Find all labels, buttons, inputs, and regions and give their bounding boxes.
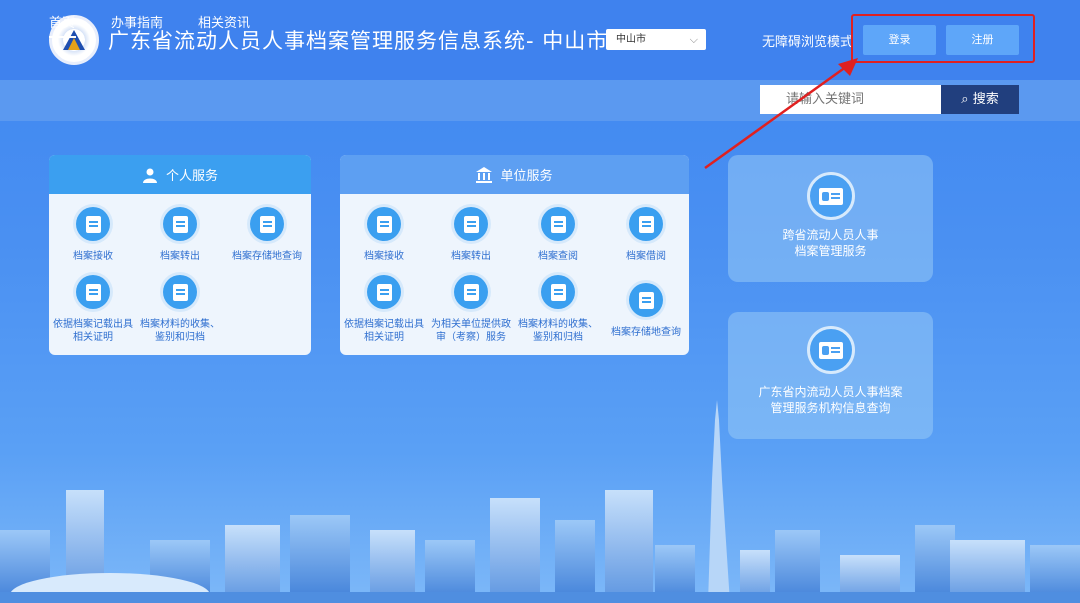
service-label: 档案存储地查询	[611, 327, 681, 338]
highlight-box	[851, 14, 1035, 63]
personal-service-collection[interactable]: 档案材料的收集、鉴别和归档	[138, 275, 222, 344]
document-icon	[76, 275, 110, 309]
service-label: 档案转出	[451, 251, 491, 262]
document-icon	[367, 207, 401, 241]
site-title: 广东省流动人员人事档案管理服务信息系统- 中山市	[108, 29, 609, 53]
unit-service-location-query[interactable]: 档案存储地查询	[602, 283, 689, 339]
personal-services-title: 个人服务	[165, 169, 218, 184]
city-select-value: 中山市	[616, 34, 646, 45]
document-search-icon	[807, 326, 855, 374]
unit-service-political-review[interactable]: 为相关单位提供政审（考察）服务	[427, 275, 515, 344]
unit-service-certificate[interactable]: 依据档案记载出具相关证明	[342, 275, 426, 344]
personal-service-transfer[interactable]: 档案转出	[138, 207, 222, 263]
service-label: 档案转出	[160, 251, 200, 262]
document-icon	[541, 275, 575, 309]
document-icon	[163, 207, 197, 241]
service-label: 档案借阅	[626, 251, 666, 262]
id-card-icon	[807, 172, 855, 220]
nav-guide[interactable]: 办事指南	[111, 12, 163, 31]
unit-services-panel: 单位服务 档案接收 档案转出 档案查阅 档案借阅 依据档案记载出具相关证明 为相…	[340, 155, 689, 355]
document-icon	[454, 275, 488, 309]
book-icon	[541, 207, 575, 241]
personal-service-location-query[interactable]: 档案存储地查询	[225, 207, 309, 263]
service-label: 档案接收	[364, 251, 404, 262]
unit-service-collection[interactable]: 档案材料的收集、鉴别和归档	[516, 275, 600, 344]
unit-services-title: 单位服务	[500, 169, 553, 184]
unit-service-receive[interactable]: 档案接收	[342, 207, 426, 263]
service-label: 档案存储地查询	[232, 251, 302, 262]
document-search-icon	[250, 207, 284, 241]
personal-services-header: 个人服务	[49, 155, 311, 194]
service-label: 档案材料的收集、鉴别和归档	[140, 319, 220, 343]
nav-home[interactable]: 首页	[49, 12, 75, 31]
document-search-icon	[629, 283, 663, 317]
unit-service-transfer[interactable]: 档案转出	[429, 207, 513, 263]
cross-province-service-label: 跨省流动人员人事档案管理服务	[782, 228, 879, 258]
document-icon	[454, 207, 488, 241]
service-label: 档案材料的收集、鉴别和归档	[518, 319, 598, 343]
service-label: 为相关单位提供政审（考察）服务	[431, 319, 511, 343]
accessibility-mode-link[interactable]: 无障碍浏览模式	[762, 31, 853, 50]
search-icon: ⌕	[961, 92, 969, 107]
unit-services-header: 单位服务	[340, 155, 689, 194]
nav-active-underline	[49, 36, 76, 38]
chevron-down-icon: ⌵	[689, 33, 698, 46]
personal-services-panel: 个人服务 档案接收 档案转出 档案存储地查询 依据档案记载出具相关证明 档案材料…	[49, 155, 311, 355]
document-icon	[163, 275, 197, 309]
document-icon	[76, 207, 110, 241]
city-skyline-illustration	[0, 400, 1080, 603]
personal-service-receive[interactable]: 档案接收	[51, 207, 135, 263]
service-label: 依据档案记载出具相关证明	[344, 319, 424, 343]
service-label: 依据档案记载出具相关证明	[53, 319, 133, 343]
document-icon	[367, 275, 401, 309]
search-button-label: 搜索	[972, 92, 999, 107]
document-edit-icon	[629, 207, 663, 241]
service-label: 档案查阅	[538, 251, 578, 262]
cross-province-service-card[interactable]: 跨省流动人员人事档案管理服务	[728, 155, 933, 282]
unit-service-borrow[interactable]: 档案借阅	[604, 207, 688, 263]
personal-service-certificate[interactable]: 依据档案记载出具相关证明	[51, 275, 135, 344]
unit-service-consult[interactable]: 档案查阅	[516, 207, 600, 263]
user-icon	[142, 168, 157, 183]
service-label: 档案接收	[73, 251, 113, 262]
city-select[interactable]: 中山市 ⌵	[606, 29, 706, 50]
building-icon	[476, 166, 493, 183]
search-button[interactable]: ⌕ 搜索	[941, 85, 1019, 114]
nav-news[interactable]: 相关资讯	[198, 12, 250, 31]
